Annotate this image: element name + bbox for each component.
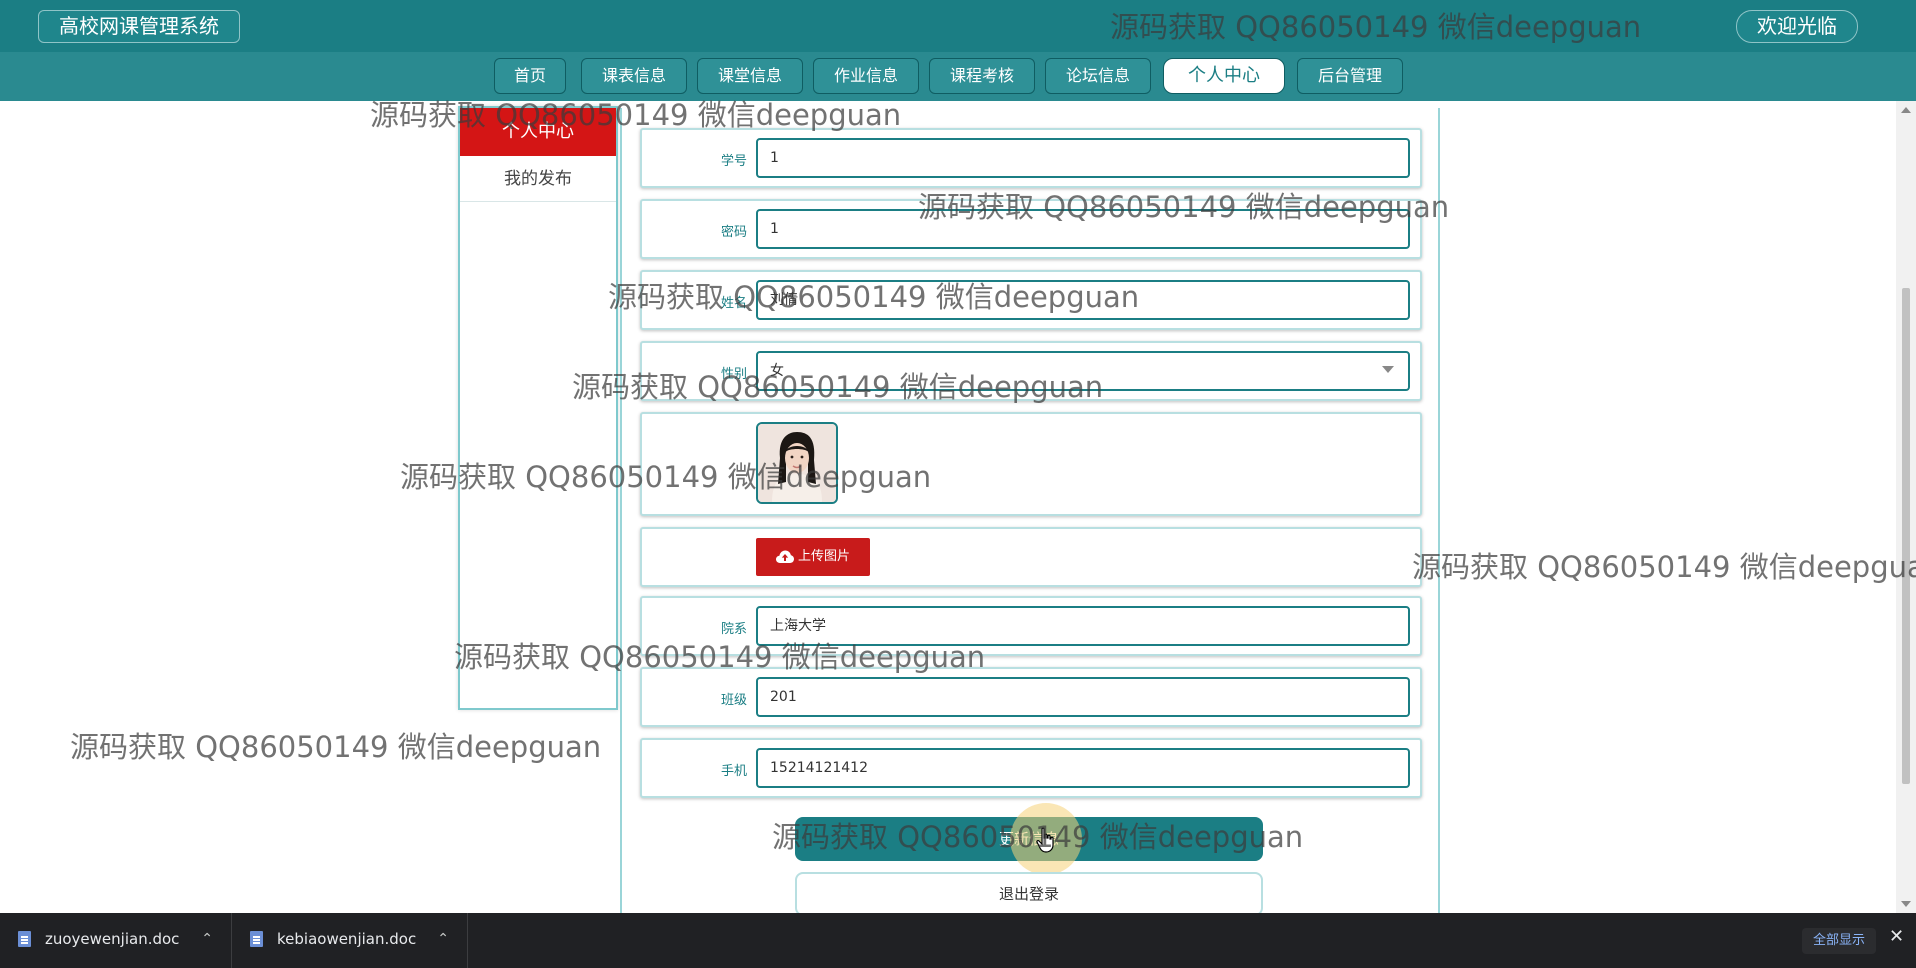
- show-all-downloads-button[interactable]: 全部显示: [1802, 928, 1876, 954]
- scrollbar-thumb[interactable]: [1902, 288, 1910, 784]
- form-row-phone: 手机 15214121412: [640, 738, 1422, 798]
- class-label: 班级: [720, 693, 747, 708]
- phone-label: 手机: [720, 764, 747, 779]
- form-row-upload: 上传图片: [640, 527, 1422, 587]
- nav-admin[interactable]: 后台管理: [1297, 58, 1403, 94]
- sidebar-header[interactable]: 个人中心: [460, 108, 616, 156]
- form-row-department: 院系 上海大学: [640, 596, 1422, 656]
- download-file-name: kebiaowenjian.doc: [277, 930, 417, 948]
- form-row-password: 密码 1: [640, 199, 1422, 259]
- downloads-bar: zuoyewenjian.doc ⌃ kebiaowenjian.doc ⌃ 全…: [0, 913, 1916, 968]
- form-row-student-id: 学号 1: [640, 128, 1422, 188]
- scroll-down-icon[interactable]: [1901, 901, 1911, 907]
- nav-forum[interactable]: 论坛信息: [1045, 58, 1151, 94]
- form-row-avatar: [640, 412, 1422, 516]
- nav-homework[interactable]: 作业信息: [813, 58, 919, 94]
- close-icon[interactable]: ✕: [1889, 926, 1904, 947]
- page-scrollbar[interactable]: [1896, 101, 1916, 913]
- site-title[interactable]: 高校网课管理系统: [38, 10, 240, 43]
- download-file-name: zuoyewenjian.doc: [45, 930, 180, 948]
- form-row-gender: 性别 女: [640, 341, 1422, 401]
- password-input[interactable]: 1: [756, 209, 1410, 249]
- form-row-class: 班级 201: [640, 667, 1422, 727]
- name-input[interactable]: 刘倩: [756, 280, 1410, 320]
- class-input[interactable]: 201: [756, 677, 1410, 717]
- gender-selected-value: 女: [770, 363, 784, 379]
- department-label: 院系: [720, 622, 747, 637]
- watermark: 源码获取 QQ86050149 微信deepguan: [1412, 550, 1916, 584]
- gender-select[interactable]: 女: [756, 351, 1410, 391]
- sidebar: 个人中心 我的发布: [458, 106, 618, 710]
- form-row-name: 姓名 刘倩: [640, 270, 1422, 330]
- nav-personal-center[interactable]: 个人中心: [1163, 58, 1285, 94]
- department-input[interactable]: 上海大学: [756, 606, 1410, 646]
- nav-home[interactable]: 首页: [494, 58, 566, 94]
- download-item[interactable]: zuoyewenjian.doc ⌃: [0, 913, 232, 968]
- gender-label: 性别: [720, 367, 747, 382]
- avatar-portrait-icon: [758, 424, 836, 502]
- nav-assessment[interactable]: 课程考核: [929, 58, 1035, 94]
- chevron-up-icon[interactable]: ⌃: [201, 931, 213, 947]
- download-item[interactable]: kebiaowenjian.doc ⌃: [232, 913, 468, 968]
- nav-schedule[interactable]: 课表信息: [581, 58, 687, 94]
- profile-form-panel: 学号 1 密码 1 姓名 刘倩 性别 女 上传图片 院系 上海大学 班级 201…: [620, 108, 1440, 928]
- chevron-up-icon[interactable]: ⌃: [437, 931, 449, 947]
- chevron-down-icon: [1382, 366, 1394, 373]
- scroll-up-icon[interactable]: [1901, 107, 1911, 113]
- student-id-label: 学号: [720, 154, 747, 169]
- cloud-upload-icon: [775, 550, 794, 563]
- doc-file-icon: [18, 931, 31, 947]
- logout-button[interactable]: 退出登录: [795, 872, 1263, 916]
- welcome-badge[interactable]: 欢迎光临: [1736, 10, 1858, 43]
- student-id-input[interactable]: 1: [756, 138, 1410, 178]
- upload-image-button[interactable]: 上传图片: [756, 538, 870, 576]
- password-label: 密码: [720, 225, 747, 240]
- nav-classroom[interactable]: 课堂信息: [697, 58, 803, 94]
- avatar-image: [756, 422, 838, 504]
- upload-button-label: 上传图片: [797, 549, 850, 564]
- phone-input[interactable]: 15214121412: [756, 748, 1410, 788]
- top-header: 高校网课管理系统 欢迎光临: [0, 0, 1916, 52]
- hand-cursor-icon: [1036, 827, 1054, 853]
- sidebar-item-my-posts[interactable]: 我的发布: [460, 156, 616, 202]
- main-nav: 首页 课表信息 课堂信息 作业信息 课程考核 论坛信息 个人中心 后台管理: [0, 52, 1916, 101]
- doc-file-icon: [250, 931, 263, 947]
- name-label: 姓名: [720, 296, 747, 311]
- watermark: 源码获取 QQ86050149 微信deepguan: [70, 730, 602, 764]
